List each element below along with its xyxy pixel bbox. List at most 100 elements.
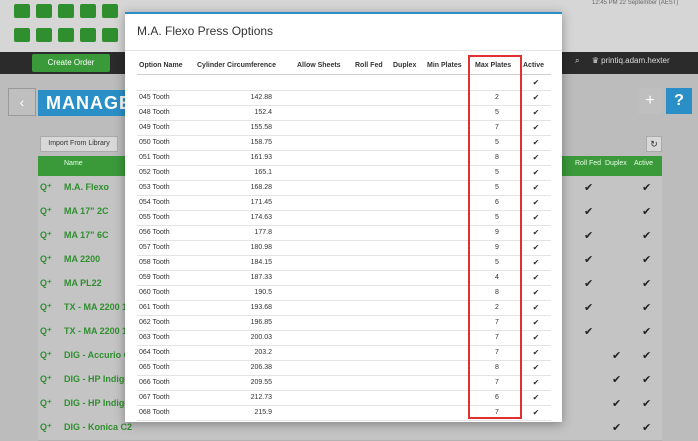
duplex-check: ✔	[612, 350, 622, 362]
clock-text: 12:45 PM 22 September (AEST)	[592, 0, 679, 6]
magnify-icon[interactable]: Q⁺	[40, 350, 52, 361]
cylinder-circumference: 206.38	[250, 364, 272, 371]
option-name: 057 Tooth	[139, 244, 170, 251]
refresh-button[interactable]: ↻	[646, 136, 662, 152]
option-name: 058 Tooth	[139, 259, 170, 266]
help-button[interactable]: ?	[666, 88, 692, 114]
lightbulb-icon[interactable]	[14, 4, 30, 18]
magnify-icon[interactable]: Q⁺	[40, 302, 52, 313]
cylinder-circumference: 209.55	[250, 379, 272, 386]
option-name: 049 Tooth	[139, 124, 170, 131]
roll-fed-check: ✔	[584, 206, 594, 218]
magnify-icon[interactable]: Q⁺	[40, 422, 52, 433]
header-duplex: Duplex	[605, 160, 627, 167]
press-name[interactable]: MA 2200	[64, 254, 100, 264]
chart-icon[interactable]	[102, 28, 118, 42]
cylinder-circumference: 203.2	[254, 349, 272, 356]
roll-fed-check: ✔	[584, 230, 594, 242]
cylinder-circumference: 142.88	[250, 94, 272, 101]
active-check: ✔	[532, 198, 540, 207]
tools-icon[interactable]	[102, 4, 118, 18]
cylinder-circumference: 180.98	[250, 244, 272, 251]
max-plates-highlight	[468, 55, 522, 419]
active-check: ✔	[532, 138, 540, 147]
magnify-icon[interactable]: Q⁺	[40, 278, 52, 289]
header-roll-fed: Roll Fed	[575, 160, 602, 167]
active-check: ✔	[642, 230, 652, 242]
press-name[interactable]: DIG - Accurio C	[64, 350, 130, 360]
active-check: ✔	[532, 378, 540, 387]
magnify-icon[interactable]: Q⁺	[40, 374, 52, 385]
magnify-icon[interactable]: Q⁺	[40, 326, 52, 337]
col-option-name[interactable]: Option Name	[139, 62, 183, 69]
modal-title: M.A. Flexo Press Options	[137, 24, 274, 38]
active-check: ✔	[532, 108, 540, 117]
active-check: ✔	[532, 168, 540, 177]
header-active: Active	[634, 160, 654, 167]
magnify-icon[interactable]: Q⁺	[40, 254, 52, 265]
grid-icon[interactable]	[36, 4, 52, 18]
import-from-library-button[interactable]: Import From Library	[40, 136, 118, 152]
col-min-plates[interactable]: Min Plates	[427, 62, 462, 69]
chevron-left-icon: ‹	[19, 94, 25, 110]
truck-icon[interactable]	[58, 4, 74, 18]
magnify-icon[interactable]: Q⁺	[40, 206, 52, 217]
active-check: ✔	[642, 326, 652, 338]
active-check: ✔	[532, 393, 540, 402]
active-check: ✔	[532, 363, 540, 372]
cylinder-circumference: 212.73	[250, 394, 272, 401]
crown-icon: ♛	[591, 56, 599, 65]
col-active[interactable]: Active	[523, 62, 544, 69]
add-button[interactable]: +	[638, 88, 662, 114]
duplex-check: ✔	[612, 398, 622, 410]
duplex-check: ✔	[612, 374, 622, 386]
roll-fed-check: ✔	[584, 182, 594, 194]
search-icon[interactable]: ⌕	[575, 56, 579, 65]
active-check: ✔	[532, 318, 540, 327]
header-name: Name	[64, 160, 83, 167]
option-name: 055 Tooth	[139, 214, 170, 221]
col-allow-sheets[interactable]: Allow Sheets	[297, 62, 341, 69]
press-name[interactable]: MA 17" 2C	[64, 206, 108, 216]
press-name[interactable]: DIG - HP Indigo	[64, 374, 130, 384]
active-check: ✔	[642, 254, 652, 266]
cylinder-circumference: 161.93	[250, 154, 272, 161]
magnify-icon[interactable]: Q⁺	[40, 182, 52, 193]
machine-icon[interactable]	[36, 28, 52, 42]
option-name: 066 Tooth	[139, 379, 170, 386]
printer-icon[interactable]	[14, 28, 30, 42]
stack-icon[interactable]	[80, 4, 96, 18]
col-roll-fed[interactable]: Roll Fed	[355, 62, 383, 69]
option-name: 051 Tooth	[139, 154, 170, 161]
box-icon[interactable]	[58, 28, 74, 42]
press-name[interactable]: TX - MA 2200 17	[64, 302, 132, 312]
option-name: 053 Tooth	[139, 184, 170, 191]
create-order-button[interactable]: Create Order	[32, 54, 110, 72]
magnify-icon[interactable]: Q⁺	[40, 230, 52, 241]
magnify-icon[interactable]: Q⁺	[40, 398, 52, 409]
press-name[interactable]: TX - MA 2200 17	[64, 326, 132, 336]
cylinder-circumference: 187.33	[250, 274, 272, 281]
active-check: ✔	[532, 153, 540, 162]
page-title: MANAGE	[38, 90, 133, 116]
option-name: 052 Tooth	[139, 169, 170, 176]
cylinder-circumference: 165.1	[254, 169, 272, 176]
cylinder-circumference: 184.15	[250, 259, 272, 266]
press-name[interactable]: MA PL22	[64, 278, 102, 288]
press-name[interactable]: MA 17" 6C	[64, 230, 108, 240]
active-check: ✔	[532, 228, 540, 237]
roll-fed-check: ✔	[584, 302, 594, 314]
active-check: ✔	[532, 213, 540, 222]
option-name: 048 Tooth	[139, 109, 170, 116]
back-button[interactable]: ‹	[8, 88, 36, 116]
user-menu[interactable]: ⌕ ♛ printiq.adam.hexter	[575, 56, 670, 66]
col-cylinder-circumference[interactable]: Cylinder Circumference	[197, 62, 276, 69]
col-duplex[interactable]: Duplex	[393, 62, 416, 69]
press-name[interactable]: DIG - Konica C2	[64, 422, 132, 432]
option-name: 063 Tooth	[139, 334, 170, 341]
active-check: ✔	[532, 408, 540, 417]
press-name[interactable]: M.A. Flexo	[64, 182, 109, 192]
cylinder-circumference: 193.68	[250, 304, 272, 311]
press-name[interactable]: DIG - HP Indigo	[64, 398, 130, 408]
folder-icon[interactable]	[80, 28, 96, 42]
